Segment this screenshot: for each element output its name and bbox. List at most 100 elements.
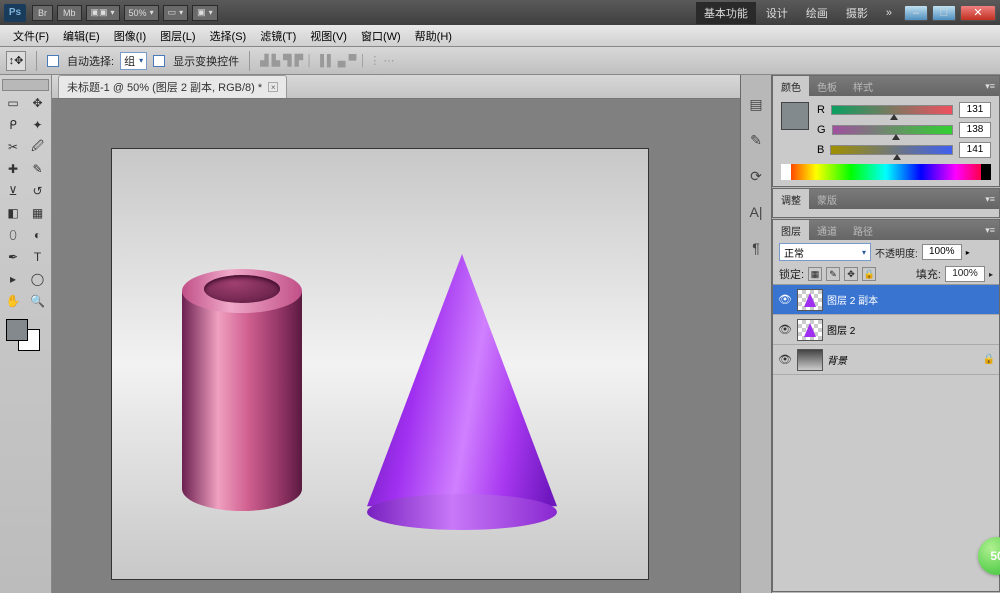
opacity-arrow-icon[interactable]: ▸	[966, 248, 970, 257]
tab-mask[interactable]: 蒙版	[809, 189, 845, 210]
brush-panel-icon[interactable]: ✎	[746, 131, 766, 149]
visibility-toggle-icon[interactable]: 👁	[777, 322, 793, 338]
zoom-tool[interactable]: 🔍	[27, 291, 49, 311]
shape-tool[interactable]: ◯	[27, 269, 49, 289]
para-panel-icon[interactable]: ¶	[746, 239, 766, 257]
layer-thumbnail[interactable]	[797, 289, 823, 311]
toolbox-grip[interactable]	[2, 79, 49, 91]
r-slider[interactable]	[831, 105, 953, 115]
view-layout-dropdown[interactable]: ▣▣	[86, 5, 120, 21]
menu-view[interactable]: 视图(V)	[303, 26, 354, 46]
lock-transparent-icon[interactable]: ▦	[808, 267, 822, 281]
canvas-viewport[interactable]	[52, 99, 740, 593]
layer-thumbnail[interactable]	[797, 319, 823, 341]
adjust-panel-icon[interactable]: ⟳	[746, 167, 766, 185]
panel-menu-icon[interactable]: ▾≡	[981, 194, 999, 205]
workspace-more[interactable]: »	[878, 4, 900, 22]
window-minimize-button[interactable]: –	[904, 5, 928, 21]
tab-color[interactable]: 颜色	[773, 76, 809, 97]
document-close-button[interactable]: ×	[268, 82, 278, 92]
lasso-tool[interactable]: ᑭ	[2, 115, 24, 135]
color-swatches[interactable]	[2, 317, 49, 353]
pen-tool[interactable]: ✒	[2, 247, 24, 267]
show-transform-label: 显示变换控件	[173, 53, 239, 69]
layer-name[interactable]: 图层 2 副本	[827, 292, 878, 307]
layer-name[interactable]: 图层 2	[827, 322, 855, 337]
foreground-color-swatch[interactable]	[6, 319, 28, 341]
tab-adjust[interactable]: 调整	[773, 189, 809, 210]
marquee-tool[interactable]: ▭	[2, 93, 24, 113]
layer-item[interactable]: 👁 背景 🔒	[773, 345, 999, 375]
history-panel-icon[interactable]: ▤	[746, 95, 766, 113]
b-value-input[interactable]: 141	[959, 142, 991, 158]
lock-all-icon[interactable]: 🔒	[862, 267, 876, 281]
opacity-input[interactable]: 100%	[922, 244, 962, 260]
visibility-toggle-icon[interactable]: 👁	[777, 352, 793, 368]
panel-menu-icon[interactable]: ▾≡	[981, 81, 999, 92]
tab-swatches[interactable]: 色板	[809, 76, 845, 97]
tab-paths[interactable]: 路径	[845, 220, 881, 241]
stamp-tool[interactable]: ⊻	[2, 181, 24, 201]
brush-tool[interactable]: ✎	[27, 159, 49, 179]
tab-channels[interactable]: 通道	[809, 220, 845, 241]
auto-select-checkbox[interactable]	[47, 55, 59, 67]
lock-pixels-icon[interactable]: ✎	[826, 267, 840, 281]
fill-input[interactable]: 100%	[945, 266, 985, 282]
workspace-tab-design[interactable]: 设计	[758, 2, 796, 24]
menu-window[interactable]: 窗口(W)	[354, 26, 408, 46]
document-tab[interactable]: 未标题-1 @ 50% (图层 2 副本, RGB/8) * ×	[58, 75, 287, 98]
menu-layer[interactable]: 图层(L)	[153, 26, 202, 46]
g-value-input[interactable]: 138	[959, 122, 991, 138]
history-brush-tool[interactable]: ↺	[27, 181, 49, 201]
menu-filter[interactable]: 滤镜(T)	[253, 26, 303, 46]
layer-thumbnail[interactable]	[797, 349, 823, 371]
heal-tool[interactable]: ✚	[2, 159, 24, 179]
layer-item[interactable]: 👁 图层 2 副本	[773, 285, 999, 315]
arrange-dropdown[interactable]: ▭	[163, 5, 189, 21]
canvas[interactable]	[112, 149, 648, 579]
fill-arrow-icon[interactable]: ▸	[989, 270, 993, 279]
auto-select-dropdown[interactable]: 组	[120, 52, 147, 70]
tab-layers[interactable]: 图层	[773, 220, 809, 241]
visibility-toggle-icon[interactable]: 👁	[777, 292, 793, 308]
path-select-tool[interactable]: ▸	[2, 269, 24, 289]
type-tool[interactable]: T	[27, 247, 49, 267]
workspace-tab-essentials[interactable]: 基本功能	[696, 2, 756, 24]
layer-name[interactable]: 背景	[827, 352, 847, 367]
gradient-tool[interactable]: ▦	[27, 203, 49, 223]
minibridge-button[interactable]: Mb	[57, 5, 82, 21]
menu-file[interactable]: 文件(F)	[6, 26, 56, 46]
menu-select[interactable]: 选择(S)	[203, 26, 254, 46]
menu-edit[interactable]: 编辑(E)	[56, 26, 107, 46]
blur-tool[interactable]: ⬯	[2, 225, 24, 245]
workspace-tab-photo[interactable]: 摄影	[838, 2, 876, 24]
layer-item[interactable]: 👁 图层 2	[773, 315, 999, 345]
show-transform-checkbox[interactable]	[153, 55, 165, 67]
fg-color-preview[interactable]	[781, 102, 809, 130]
workspace-tab-painting[interactable]: 绘画	[798, 2, 836, 24]
crop-tool[interactable]: ✂	[2, 137, 24, 157]
tab-styles[interactable]: 样式	[845, 76, 881, 97]
wand-tool[interactable]: ✦	[27, 115, 49, 135]
eyedropper-tool[interactable]: 🖉	[27, 137, 49, 157]
window-maximize-button[interactable]: □	[932, 5, 956, 21]
g-slider[interactable]	[832, 125, 953, 135]
window-close-button[interactable]: ✕	[960, 5, 996, 21]
move-tool[interactable]: ✥	[27, 93, 49, 113]
char-panel-icon[interactable]: A|	[746, 203, 766, 221]
b-slider[interactable]	[830, 145, 953, 155]
panel-menu-icon[interactable]: ▾≡	[981, 225, 999, 236]
zoom-dropdown[interactable]: 50%	[124, 5, 159, 21]
r-value-input[interactable]: 131	[959, 102, 991, 118]
screen-mode-dropdown[interactable]: ▣	[192, 5, 218, 21]
menu-image[interactable]: 图像(I)	[107, 26, 153, 46]
dodge-tool[interactable]: ◐	[27, 225, 49, 245]
menu-help[interactable]: 帮助(H)	[408, 26, 459, 46]
bridge-button[interactable]: Br	[32, 5, 53, 21]
blend-mode-dropdown[interactable]: 正常	[779, 243, 871, 261]
spectrum-bar[interactable]	[781, 164, 991, 180]
hand-tool[interactable]: ✋	[2, 291, 24, 311]
g-label: G	[817, 124, 826, 136]
eraser-tool[interactable]: ◧	[2, 203, 24, 223]
lock-position-icon[interactable]: ✥	[844, 267, 858, 281]
